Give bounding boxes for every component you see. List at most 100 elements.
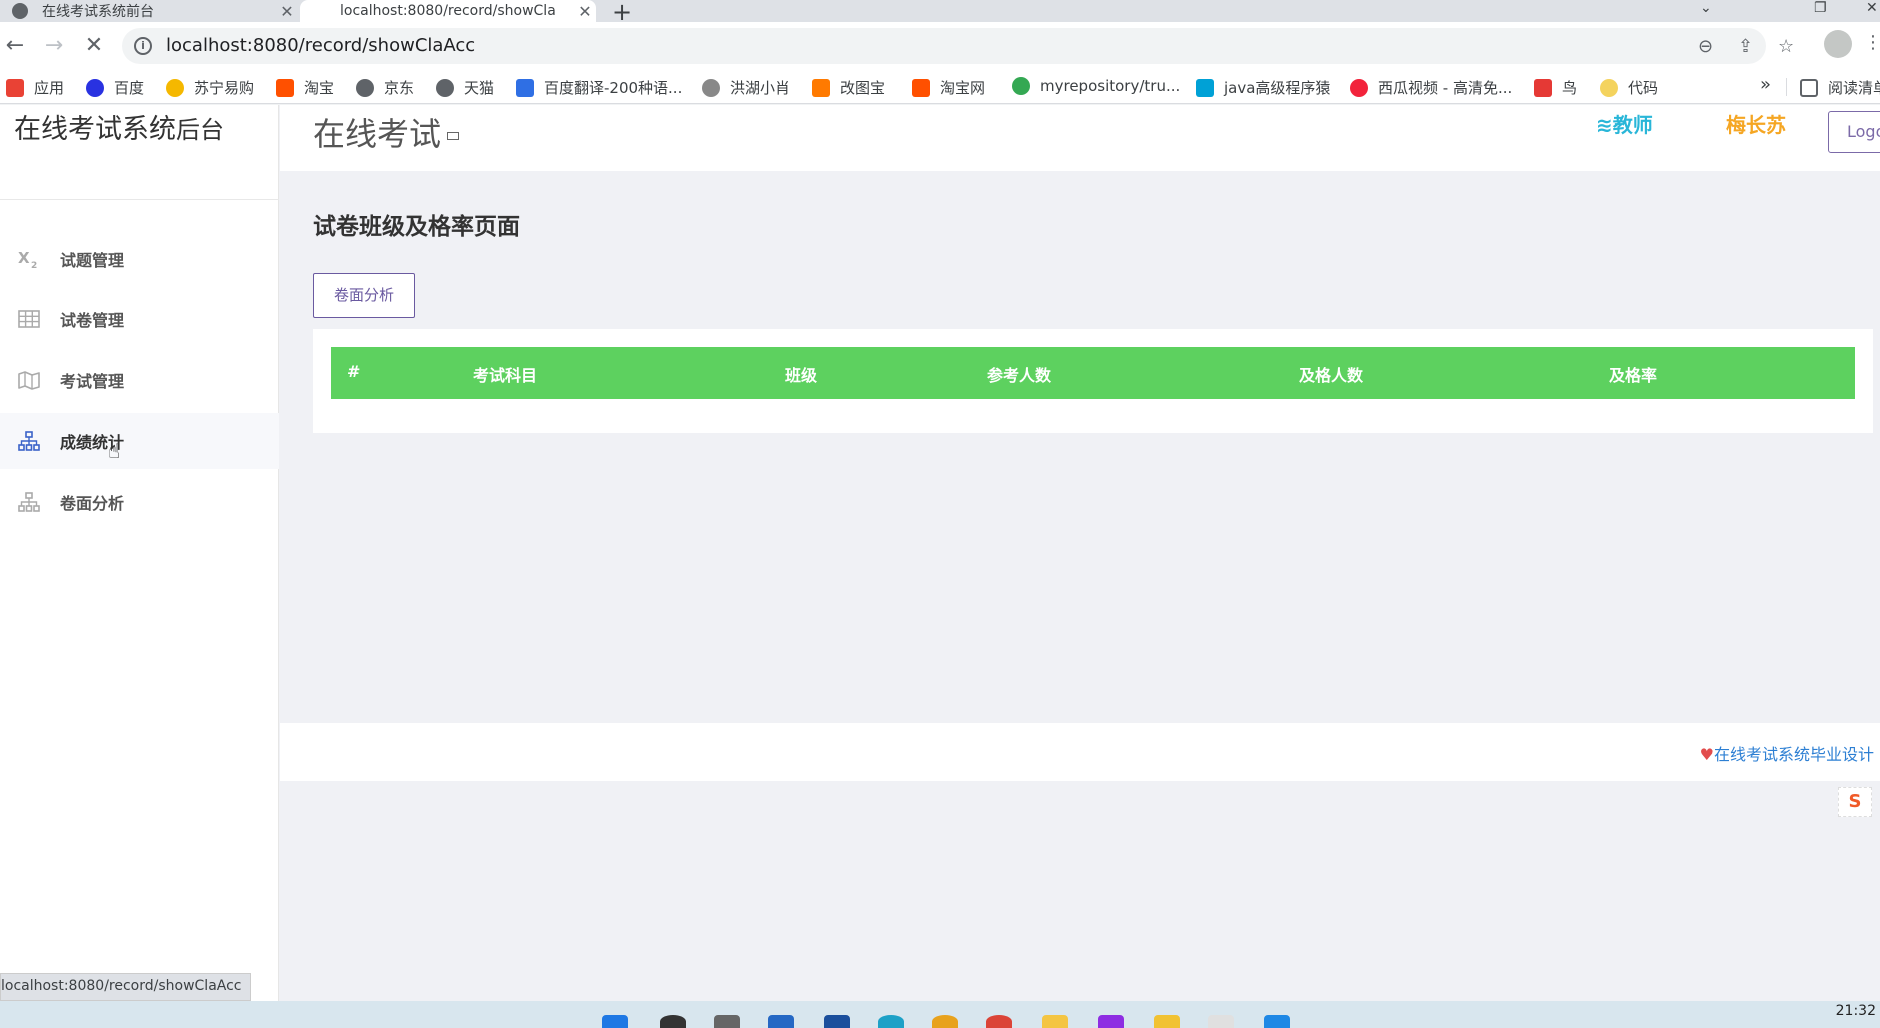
column-header-pass-rate[interactable]: 及格率 [1609,362,1657,386]
taobao-icon [912,78,930,97]
bookmarks-bar: 应用 百度 苏宁易购 淘宝 京东 天猫 百度翻译-200种语... 洪湖小肖 改… [0,70,1880,104]
column-header-index[interactable]: # [347,362,360,381]
bookmark-taobao[interactable]: 淘宝 [276,77,334,98]
app-icon[interactable] [1208,1015,1234,1028]
bookmark-label: myrepository/tru... [1040,77,1181,95]
chevron-down-icon[interactable]: ⌄ [1700,0,1712,16]
address-bar[interactable]: i localhost:8080/record/showClaAcc ⊖ ⇪ ☆ [122,28,1794,64]
close-icon[interactable]: ✕ [574,2,596,21]
tab-title: 在线考试系统前台 [42,4,154,20]
browser-tab-current[interactable]: localhost:8080/record/showCla ✕ [300,0,596,22]
sidebar-item-label: 试卷管理 [60,311,125,330]
bookmark-tmall[interactable]: 天猫 [436,77,494,98]
search-icon[interactable] [660,1015,686,1028]
bookmark-suning[interactable]: 苏宁易购 [166,77,254,98]
bookmark-apps[interactable]: 应用 [6,77,64,98]
windows-start-icon[interactable] [602,1015,628,1028]
paper-analysis-button[interactable]: 卷面分析 [313,273,415,318]
bookmark-label: 淘宝 [304,79,335,97]
tab-title: localhost:8080/record/showCla [340,3,556,19]
column-header-participants[interactable]: 参考人数 [987,362,1051,386]
bookmark-label: 淘宝网 [940,79,986,97]
file-explorer-icon[interactable] [1042,1015,1068,1028]
globe-icon [356,78,374,97]
bookmark-gaitubao[interactable]: 改图宝 [812,77,885,98]
user-name: 梅长苏 [1726,113,1786,137]
stop-icon[interactable]: ✕ [80,32,108,60]
clock[interactable]: 21:32 [1836,1003,1876,1019]
zoom-icon[interactable]: ⊖ [1698,36,1713,57]
role-badge: ≋教师 [1596,109,1653,138]
chrome-active-icon[interactable] [986,1015,1012,1028]
header-title-text: 在线考试 [313,115,442,153]
info-icon[interactable]: i [134,37,152,55]
sitemap-icon [18,430,40,452]
app-icon[interactable] [1264,1015,1290,1028]
bookmark-xigua[interactable]: 西瓜视频 - 高清免... [1350,77,1512,98]
bookmark-niao[interactable]: 鸟 [1534,77,1577,98]
edge-icon[interactable] [878,1015,904,1028]
bookmark-honghu[interactable]: 洪湖小肖 [702,77,790,98]
chevron-right-icon[interactable]: » [1760,74,1771,95]
column-header-class[interactable]: 班级 [785,362,817,386]
share-icon[interactable]: ⇪ [1738,36,1753,57]
bookmark-label: 百度 [114,79,145,97]
browser-toolbar: ← → ✕ i localhost:8080/record/showClaAcc… [0,22,1880,70]
chrome-icon [1012,77,1030,95]
reading-list-label: 阅读清单 [1828,79,1880,97]
star-icon[interactable]: ☆ [1778,36,1794,57]
bookmark-code[interactable]: 代码 [1600,77,1658,98]
address-url[interactable]: localhost:8080/record/showClaAcc [166,35,475,56]
bookmark-taobaowang[interactable]: 淘宝网 [912,77,985,98]
column-header-subject[interactable]: 考试科目 [473,362,537,386]
bookmark-label: 天猫 [464,79,495,97]
menu-icon[interactable]: ⋮ [1864,32,1880,53]
footer-link[interactable]: ♥在线考试系统毕业设计 [1700,741,1874,765]
forward-icon[interactable]: → [40,32,68,60]
app-icon[interactable] [824,1015,850,1028]
sidebar-item-exams[interactable]: 考试管理 [0,352,279,408]
sogou-ime-icon[interactable]: S [1838,787,1872,817]
sidebar-item-label: 试题管理 [60,251,125,270]
status-bar-url: localhost:8080/record/showClaAcc [0,973,251,1001]
brand-title[interactable]: 在线考试系统后台 [14,107,224,146]
taobao-icon [276,78,294,97]
bookmark-label: 百度翻译-200种语... [544,79,683,97]
grid-icon [18,308,40,330]
footer-text: 在线考试系统毕业设计 [1713,745,1874,764]
play-icon [1350,78,1368,97]
sidebar-item-label: 考试管理 [60,372,125,391]
heart-icon: ♥ [1699,745,1714,764]
reading-list[interactable]: 阅读清单 [1800,77,1880,98]
sidebar-item-papers[interactable]: 试卷管理 [0,291,279,347]
widgets-icon[interactable] [768,1015,794,1028]
intellij-icon[interactable] [1098,1015,1124,1028]
bookmark-baidu-translate[interactable]: 百度翻译-200种语... [516,77,682,98]
close-window-icon[interactable]: ✕ [1866,0,1878,16]
hand-cursor-icon: ☝ [108,439,121,463]
bookmark-jd[interactable]: 京东 [356,77,414,98]
sidebar-item-analysis[interactable]: 卷面分析 [0,474,279,530]
bookmark-myrepository[interactable]: myrepository/tru... [1012,77,1180,95]
notes-icon[interactable] [1154,1015,1180,1028]
task-view-icon[interactable] [714,1015,740,1028]
sidebar-item-questions[interactable]: X2 试题管理 [0,231,279,287]
profile-icon[interactable] [1824,30,1852,58]
code-icon [1600,78,1618,97]
sidebar-item-stats[interactable]: 成绩统计 [0,413,279,469]
back-icon[interactable]: ← [1,32,29,60]
bookmark-label: 改图宝 [840,79,886,97]
bookmark-java[interactable]: java高级程序猿 [1196,77,1330,98]
brand-sub: 后台 [176,116,224,144]
restore-icon[interactable]: ❐ [1814,0,1827,16]
divider [0,199,279,200]
browser-tab-front[interactable]: 在线考试系统前台 ✕ [0,0,298,22]
logout-button[interactable]: Logout [1828,111,1880,153]
bookmark-label: 洪湖小肖 [730,79,791,97]
column-header-passed[interactable]: 及格人数 [1299,362,1363,386]
page-title: 试卷班级及格率页面 [313,214,520,240]
chrome-icon[interactable] [932,1015,958,1028]
close-icon[interactable]: ✕ [276,2,298,21]
bookmark-baidu[interactable]: 百度 [86,77,144,98]
footer: ♥在线考试系统毕业设计 [280,723,1880,781]
